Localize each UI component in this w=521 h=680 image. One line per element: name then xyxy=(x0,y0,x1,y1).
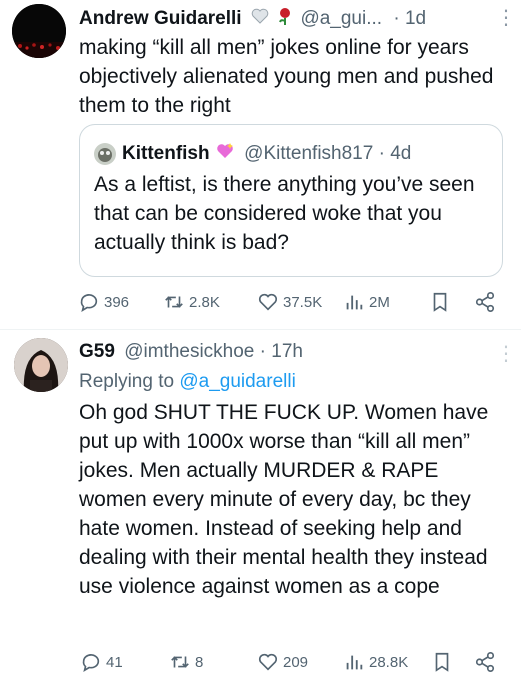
reply-count: 396 xyxy=(104,293,130,311)
heart-icon xyxy=(250,6,270,34)
share-icon xyxy=(475,292,495,312)
more-options-button[interactable]: ⋮ xyxy=(496,8,516,28)
views-count: 2M xyxy=(369,293,390,311)
like-button[interactable]: 209 xyxy=(257,651,308,673)
post-actions: 396 2.8K 37.5K 2M xyxy=(76,291,506,315)
reply-icon xyxy=(80,294,98,312)
share-icon xyxy=(475,652,495,672)
post-andrew[interactable]: Andrew Guidarelli @a_gui... · 1d ⋮ makin… xyxy=(0,0,521,330)
views-icon xyxy=(346,655,363,670)
quote-author-handle: @Kittenfish817 xyxy=(244,143,374,164)
heart-outline-icon xyxy=(258,653,278,671)
quoted-post[interactable]: Kittenfish @Kittenfish817 · 4d As a left… xyxy=(79,124,503,277)
post-time[interactable]: · 1d xyxy=(393,8,426,29)
rose-icon xyxy=(275,6,295,34)
more-options-button[interactable]: ⋮ xyxy=(496,344,516,364)
replying-to: Replying to @a_guidarelli xyxy=(79,369,296,395)
like-button[interactable]: 37.5K xyxy=(257,291,322,313)
avatar-image xyxy=(12,4,66,58)
views-button[interactable]: 2M xyxy=(343,291,390,313)
author-name[interactable]: Andrew Guidarelli xyxy=(79,8,242,29)
quote-header: Kittenfish @Kittenfish817 · 4d xyxy=(122,141,411,169)
views-button[interactable]: 28.8K xyxy=(343,651,408,673)
repost-icon xyxy=(165,296,183,308)
share-button[interactable] xyxy=(474,291,496,313)
post-g59[interactable]: G59 @imthesickhoe · 17h ⋮ Replying to @a… xyxy=(0,330,521,680)
replying-prefix: Replying to xyxy=(79,371,175,392)
heart-outline-icon xyxy=(258,293,278,311)
post-text: making “kill all men” jokes online for y… xyxy=(79,36,494,117)
avatar[interactable] xyxy=(12,4,66,58)
reply-button[interactable]: 41 xyxy=(80,651,123,673)
quote-author-name: Kittenfish xyxy=(122,143,210,164)
repost-button[interactable]: 2.8K xyxy=(163,291,220,313)
avatar[interactable] xyxy=(14,338,68,392)
author-handle[interactable]: @imthesickhoe xyxy=(124,341,254,362)
quote-avatar xyxy=(94,143,116,165)
repost-count: 2.8K xyxy=(189,293,220,311)
share-button[interactable] xyxy=(474,651,496,673)
bookmark-button[interactable] xyxy=(431,651,453,673)
repost-count: 8 xyxy=(195,653,204,671)
post-header: G59 @imthesickhoe · 17h xyxy=(79,339,303,365)
repost-button[interactable]: 8 xyxy=(169,651,203,673)
repost-icon xyxy=(171,656,189,668)
author-name[interactable]: G59 xyxy=(79,341,115,362)
author-handle[interactable]: @a_gui... xyxy=(300,8,382,29)
like-count: 209 xyxy=(283,653,309,671)
like-count: 37.5K xyxy=(283,293,323,311)
bookmark-icon xyxy=(435,652,449,672)
reply-icon xyxy=(82,654,100,672)
views-count: 28.8K xyxy=(369,653,409,671)
avatar-image xyxy=(14,338,68,392)
quote-text: As a leftist, is there anything you’ve s… xyxy=(94,173,475,254)
post-actions: 41 8 209 28.8K xyxy=(76,651,506,675)
bookmark-icon xyxy=(433,292,447,312)
post-text: Oh god SHUT THE FUCK UP. Women have put … xyxy=(79,401,489,598)
reply-button[interactable]: 396 xyxy=(78,291,129,313)
bookmark-button[interactable] xyxy=(429,291,451,313)
post-time[interactable]: · 17h xyxy=(260,341,303,362)
replying-to-mention[interactable]: @a_guidarelli xyxy=(179,371,295,392)
sparkling-heart-icon xyxy=(215,141,235,169)
reply-count: 41 xyxy=(106,653,123,671)
quote-time: · 4d xyxy=(378,143,412,164)
post-header: Andrew Guidarelli @a_gui... · 1d xyxy=(79,6,426,34)
views-icon xyxy=(346,295,363,310)
